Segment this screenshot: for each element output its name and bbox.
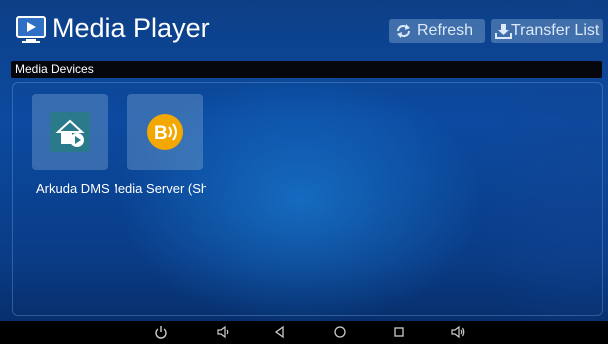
section-label: Media Devices [15,62,94,76]
power-icon[interactable] [154,325,168,339]
back-icon[interactable] [273,325,287,339]
section-header: Media Devices [11,61,602,78]
media-server-icon: B [147,114,183,150]
svg-text:B: B [154,123,168,144]
transfer-list-button[interactable]: Transfer List [491,19,603,43]
refresh-label: Refresh [417,22,474,39]
refresh-button[interactable]: Refresh [389,19,485,43]
device-tile-arkuda-dms[interactable] [32,94,108,170]
volume-up-icon[interactable] [451,325,465,339]
system-navigation-bar [0,321,608,344]
home-icon[interactable] [333,325,347,339]
device-tile-media-server[interactable]: B [127,94,203,170]
device-label-media-server: Media Server (Sh [115,181,206,196]
volume-down-icon[interactable] [216,325,230,339]
title-bar: Media Player Refresh Transfer List [0,0,608,58]
media-player-logo-icon [16,16,46,43]
refresh-icon [397,24,410,38]
app-title: Media Player [52,13,210,43]
transfer-list-label: Transfer List [511,22,600,39]
device-label-arkuda-dms: Arkuda DMS [36,181,110,196]
arkuda-dms-icon [50,112,90,152]
download-tray-icon [495,24,512,39]
recents-icon[interactable] [392,325,406,339]
